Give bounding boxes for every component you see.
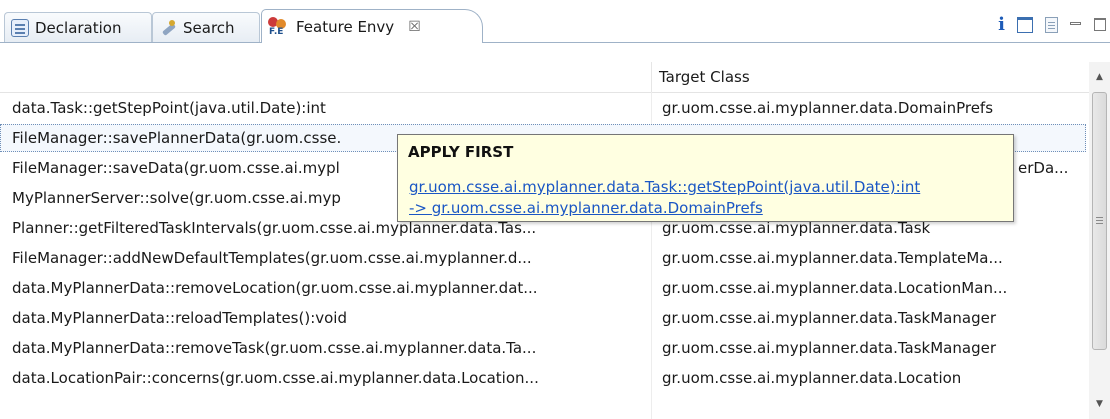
tab-label: Declaration	[35, 18, 122, 37]
info-icon[interactable]: i	[998, 14, 1005, 35]
maximize-icon[interactable]	[1094, 18, 1106, 31]
scrollbar-grip-icon	[1096, 217, 1103, 218]
tab-search[interactable]: Search	[152, 12, 260, 42]
table-row[interactable]: data.MyPlannerData::removeLocation(gr.uo…	[0, 273, 1089, 303]
cell-target: gr.uom.csse.ai.myplanner.data.TaskManage…	[662, 309, 996, 327]
tab-label: Search	[183, 18, 235, 37]
cell-target: gr.uom.csse.ai.myplanner.data.Location	[662, 369, 962, 387]
scrollbar-thumb[interactable]	[1092, 92, 1107, 350]
table-row[interactable]: data.LocationPair::concerns(gr.uom.csse.…	[0, 363, 1089, 393]
cell-target: gr.uom.csse.ai.myplanner.data.DomainPref…	[662, 99, 994, 117]
tab-label: Feature Envy	[296, 17, 395, 36]
cell-target: gr.uom.csse.ai.myplanner.data.TemplateMa…	[662, 249, 1003, 267]
search-icon	[159, 19, 177, 37]
cell-target: gr.uom.csse.ai.myplanner.data.LocationMa…	[662, 279, 1008, 297]
feature-envy-icon: F.E	[268, 16, 290, 37]
cell-entity: data.MyPlannerData::removeLocation(gr.uo…	[12, 279, 538, 297]
cell-entity: data.MyPlannerData::removeTask(gr.uom.cs…	[12, 339, 537, 357]
view-toolbar: i	[998, 14, 1106, 35]
column-header-target-class[interactable]: Target Class	[659, 62, 750, 92]
window-icon[interactable]	[1017, 16, 1033, 33]
scroll-up-arrow-icon[interactable]: ▲	[1089, 66, 1110, 88]
cell-entity: data.LocationPair::concerns(gr.uom.csse.…	[12, 369, 539, 387]
table-row[interactable]: data.MyPlannerData::removeTask(gr.uom.cs…	[0, 333, 1089, 363]
feature-envy-table: Target Class data.Task::getStepPoint(jav…	[0, 62, 1089, 419]
tooltip-title: APPLY FIRST	[408, 143, 514, 161]
cell-entity: data.MyPlannerData::reloadTemplates():vo…	[12, 309, 347, 327]
view-tab-bar: Declaration Search F.E Feature Envy ☒ i	[0, 0, 1110, 52]
cell-target: gr.uom.csse.ai.myplanner.data.TaskManage…	[662, 339, 996, 357]
tab-feature-envy[interactable]: F.E Feature Envy ☒	[261, 9, 483, 43]
cell-entity: data.Task::getStepPoint(java.util.Date):…	[12, 99, 326, 117]
cell-entity: FileManager::addNewDefaultTemplates(gr.u…	[12, 249, 532, 267]
document-icon[interactable]	[1045, 16, 1058, 33]
close-tab-icon[interactable]: ☒	[408, 19, 421, 35]
table-row[interactable]: FileManager::addNewDefaultTemplates(gr.u…	[0, 243, 1089, 273]
cell-target: erDa...	[1018, 159, 1069, 177]
table-row[interactable]: data.MyPlannerData::reloadTemplates():vo…	[0, 303, 1089, 333]
column-header-entity[interactable]	[0, 62, 652, 92]
tooltip-link-target[interactable]: -> gr.uom.csse.ai.myplanner.data.DomainP…	[409, 199, 763, 217]
tab-bar-divider	[0, 42, 1110, 43]
scroll-down-arrow-icon[interactable]: ▼	[1089, 393, 1110, 415]
vertical-scrollbar[interactable]: ▲ ▼	[1089, 62, 1110, 419]
table-row[interactable]: data.Task::getStepPoint(java.util.Date):…	[0, 93, 1089, 123]
tab-declaration[interactable]: Declaration	[4, 12, 152, 42]
tooltip-link-entity[interactable]: gr.uom.csse.ai.myplanner.data.Task::getS…	[409, 178, 920, 196]
minimize-icon[interactable]	[1070, 19, 1082, 31]
declaration-icon	[11, 18, 29, 37]
apply-first-tooltip: APPLY FIRST gr.uom.csse.ai.myplanner.dat…	[397, 134, 1014, 222]
table-header: Target Class	[0, 62, 1089, 93]
feature-envy-icon-text: F.E	[269, 26, 284, 37]
